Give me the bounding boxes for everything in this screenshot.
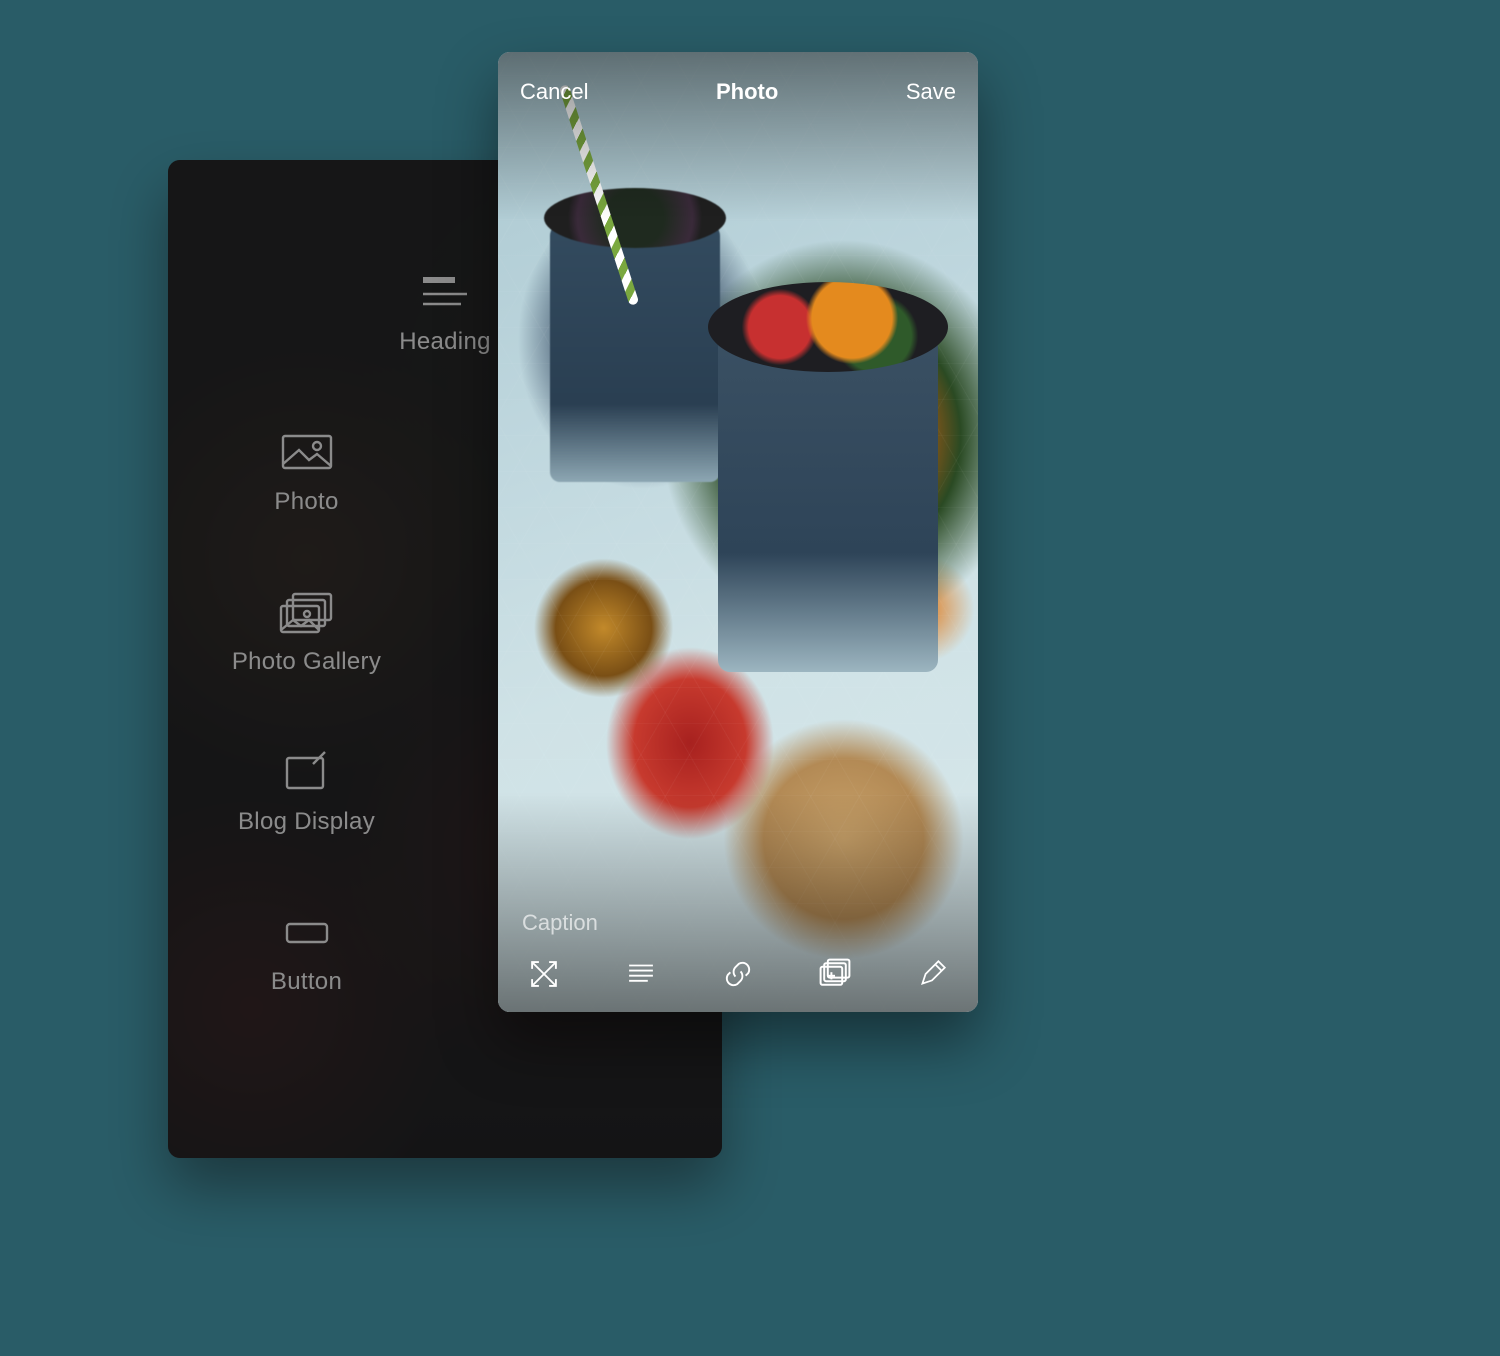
align-button[interactable] xyxy=(621,956,661,996)
blog-icon xyxy=(279,750,335,794)
block-item-label: Photo xyxy=(274,488,338,516)
block-item-label: Button xyxy=(271,968,342,996)
photo-icon xyxy=(279,430,335,474)
expand-icon xyxy=(527,957,561,996)
link-icon xyxy=(721,957,755,996)
link-button[interactable] xyxy=(718,956,758,996)
photo-editor-panel: Cancel Photo Save xyxy=(498,52,978,1012)
block-item-photo[interactable]: Photo xyxy=(168,364,445,524)
caption-row xyxy=(498,910,978,936)
align-icon xyxy=(624,957,658,996)
edit-button[interactable] xyxy=(912,956,952,996)
caption-input[interactable] xyxy=(522,910,954,936)
pencil-icon xyxy=(916,958,948,995)
add-stack-icon xyxy=(817,956,853,997)
block-item-label: Heading xyxy=(399,328,491,356)
cancel-button[interactable]: Cancel xyxy=(520,79,588,105)
photo-toolbar xyxy=(498,940,978,1012)
editor-title: Photo xyxy=(716,79,778,105)
photo-editor-header: Cancel Photo Save xyxy=(498,52,978,132)
block-item-blog-display[interactable]: Blog Display xyxy=(168,684,445,844)
add-stack-button[interactable] xyxy=(815,956,855,996)
expand-button[interactable] xyxy=(524,956,564,996)
save-button[interactable]: Save xyxy=(906,79,956,105)
block-item-label: Photo Gallery xyxy=(232,648,381,676)
block-item-photo-gallery[interactable]: Photo Gallery xyxy=(168,524,445,684)
block-item-button[interactable]: Button xyxy=(168,844,445,1004)
gallery-icon xyxy=(279,590,335,634)
button-icon xyxy=(279,910,335,954)
block-item-label: Blog Display xyxy=(238,808,375,836)
heading-icon xyxy=(417,270,473,314)
